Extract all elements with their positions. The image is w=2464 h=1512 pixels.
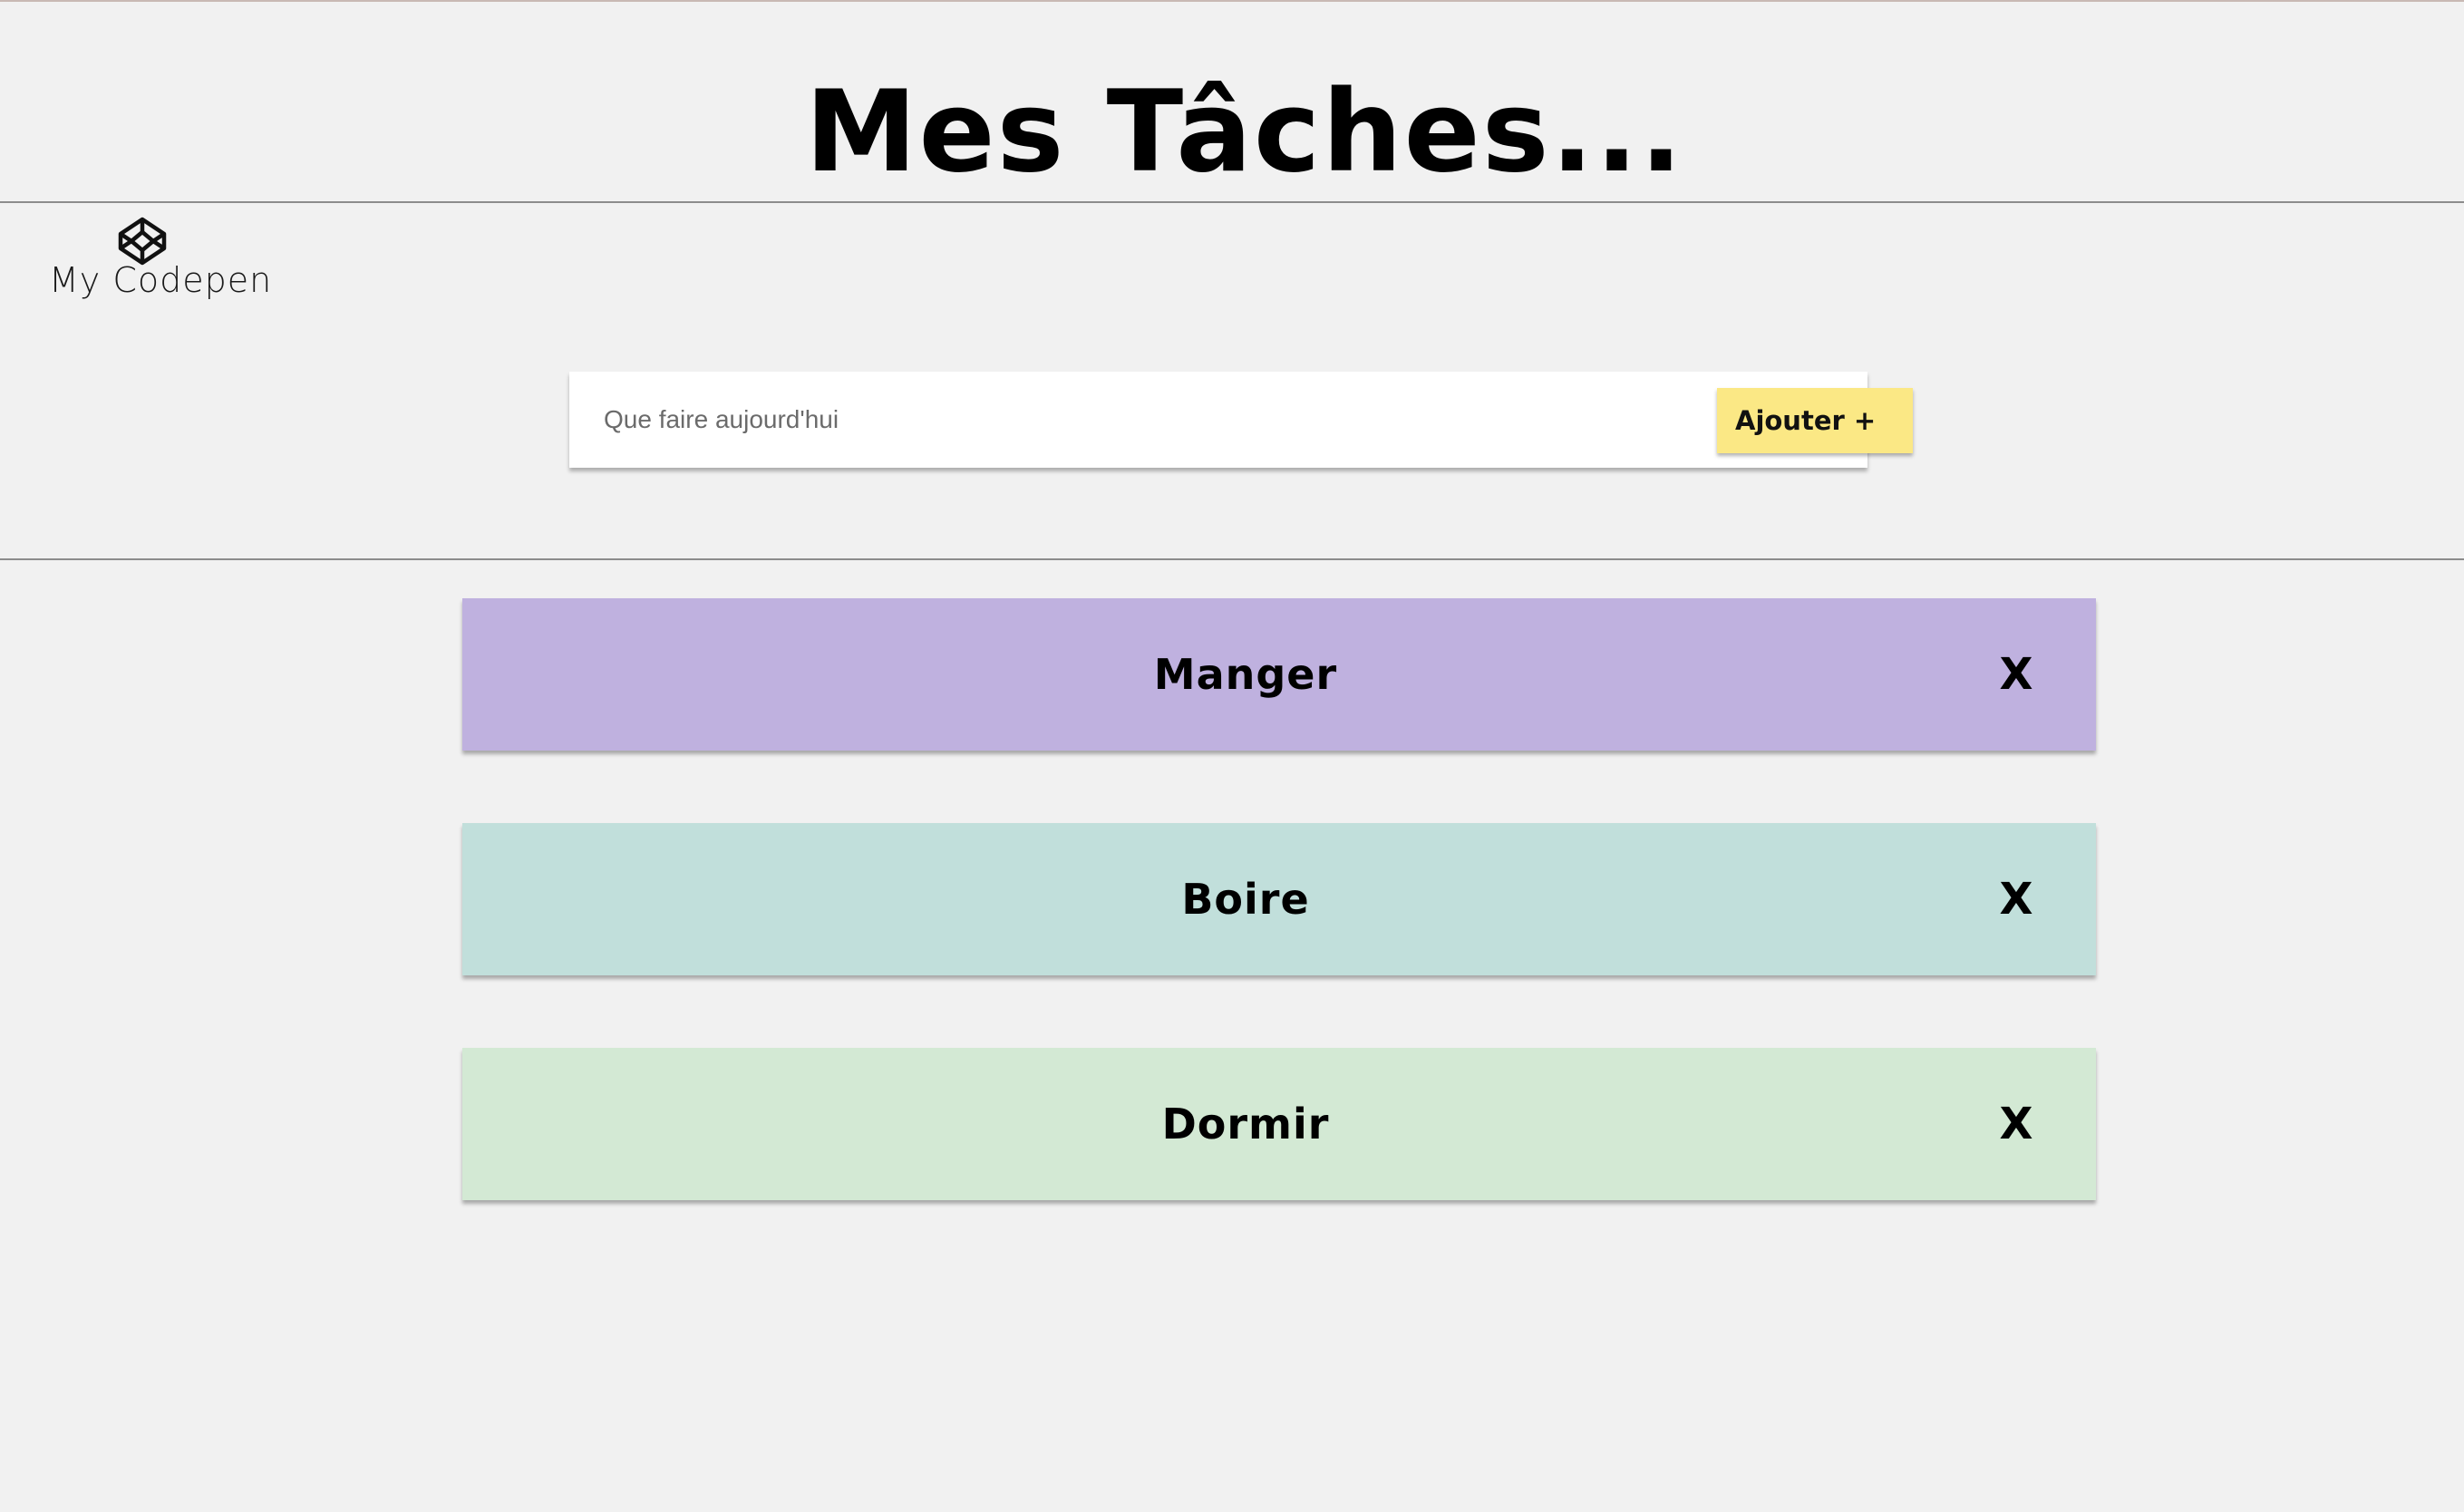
form-divider <box>0 558 2464 560</box>
task-label: Dormir <box>1161 1100 1330 1149</box>
task-item: Manger X <box>462 598 2096 751</box>
delete-task-button[interactable]: X <box>1989 1048 2043 1200</box>
task-item: Dormir X <box>462 1048 2096 1200</box>
delete-task-button[interactable]: X <box>1989 823 2043 975</box>
task-list: Manger X Boire X Dormir X <box>462 598 2096 1273</box>
top-border <box>0 0 2464 2</box>
page-title: Mes Tâches... <box>805 67 1684 198</box>
task-item: Boire X <box>462 823 2096 975</box>
add-task-form: Ajouter + <box>569 372 1915 471</box>
task-label: Boire <box>1181 875 1310 924</box>
delete-task-button[interactable]: X <box>1989 598 2043 751</box>
codepen-label: My Codepen <box>49 260 273 300</box>
header-divider <box>0 201 2464 203</box>
codepen-link[interactable]: My Codepen <box>45 214 271 305</box>
task-label: Manger <box>1153 650 1338 699</box>
task-input[interactable] <box>569 372 1867 468</box>
add-task-button[interactable]: Ajouter + <box>1717 388 1913 453</box>
